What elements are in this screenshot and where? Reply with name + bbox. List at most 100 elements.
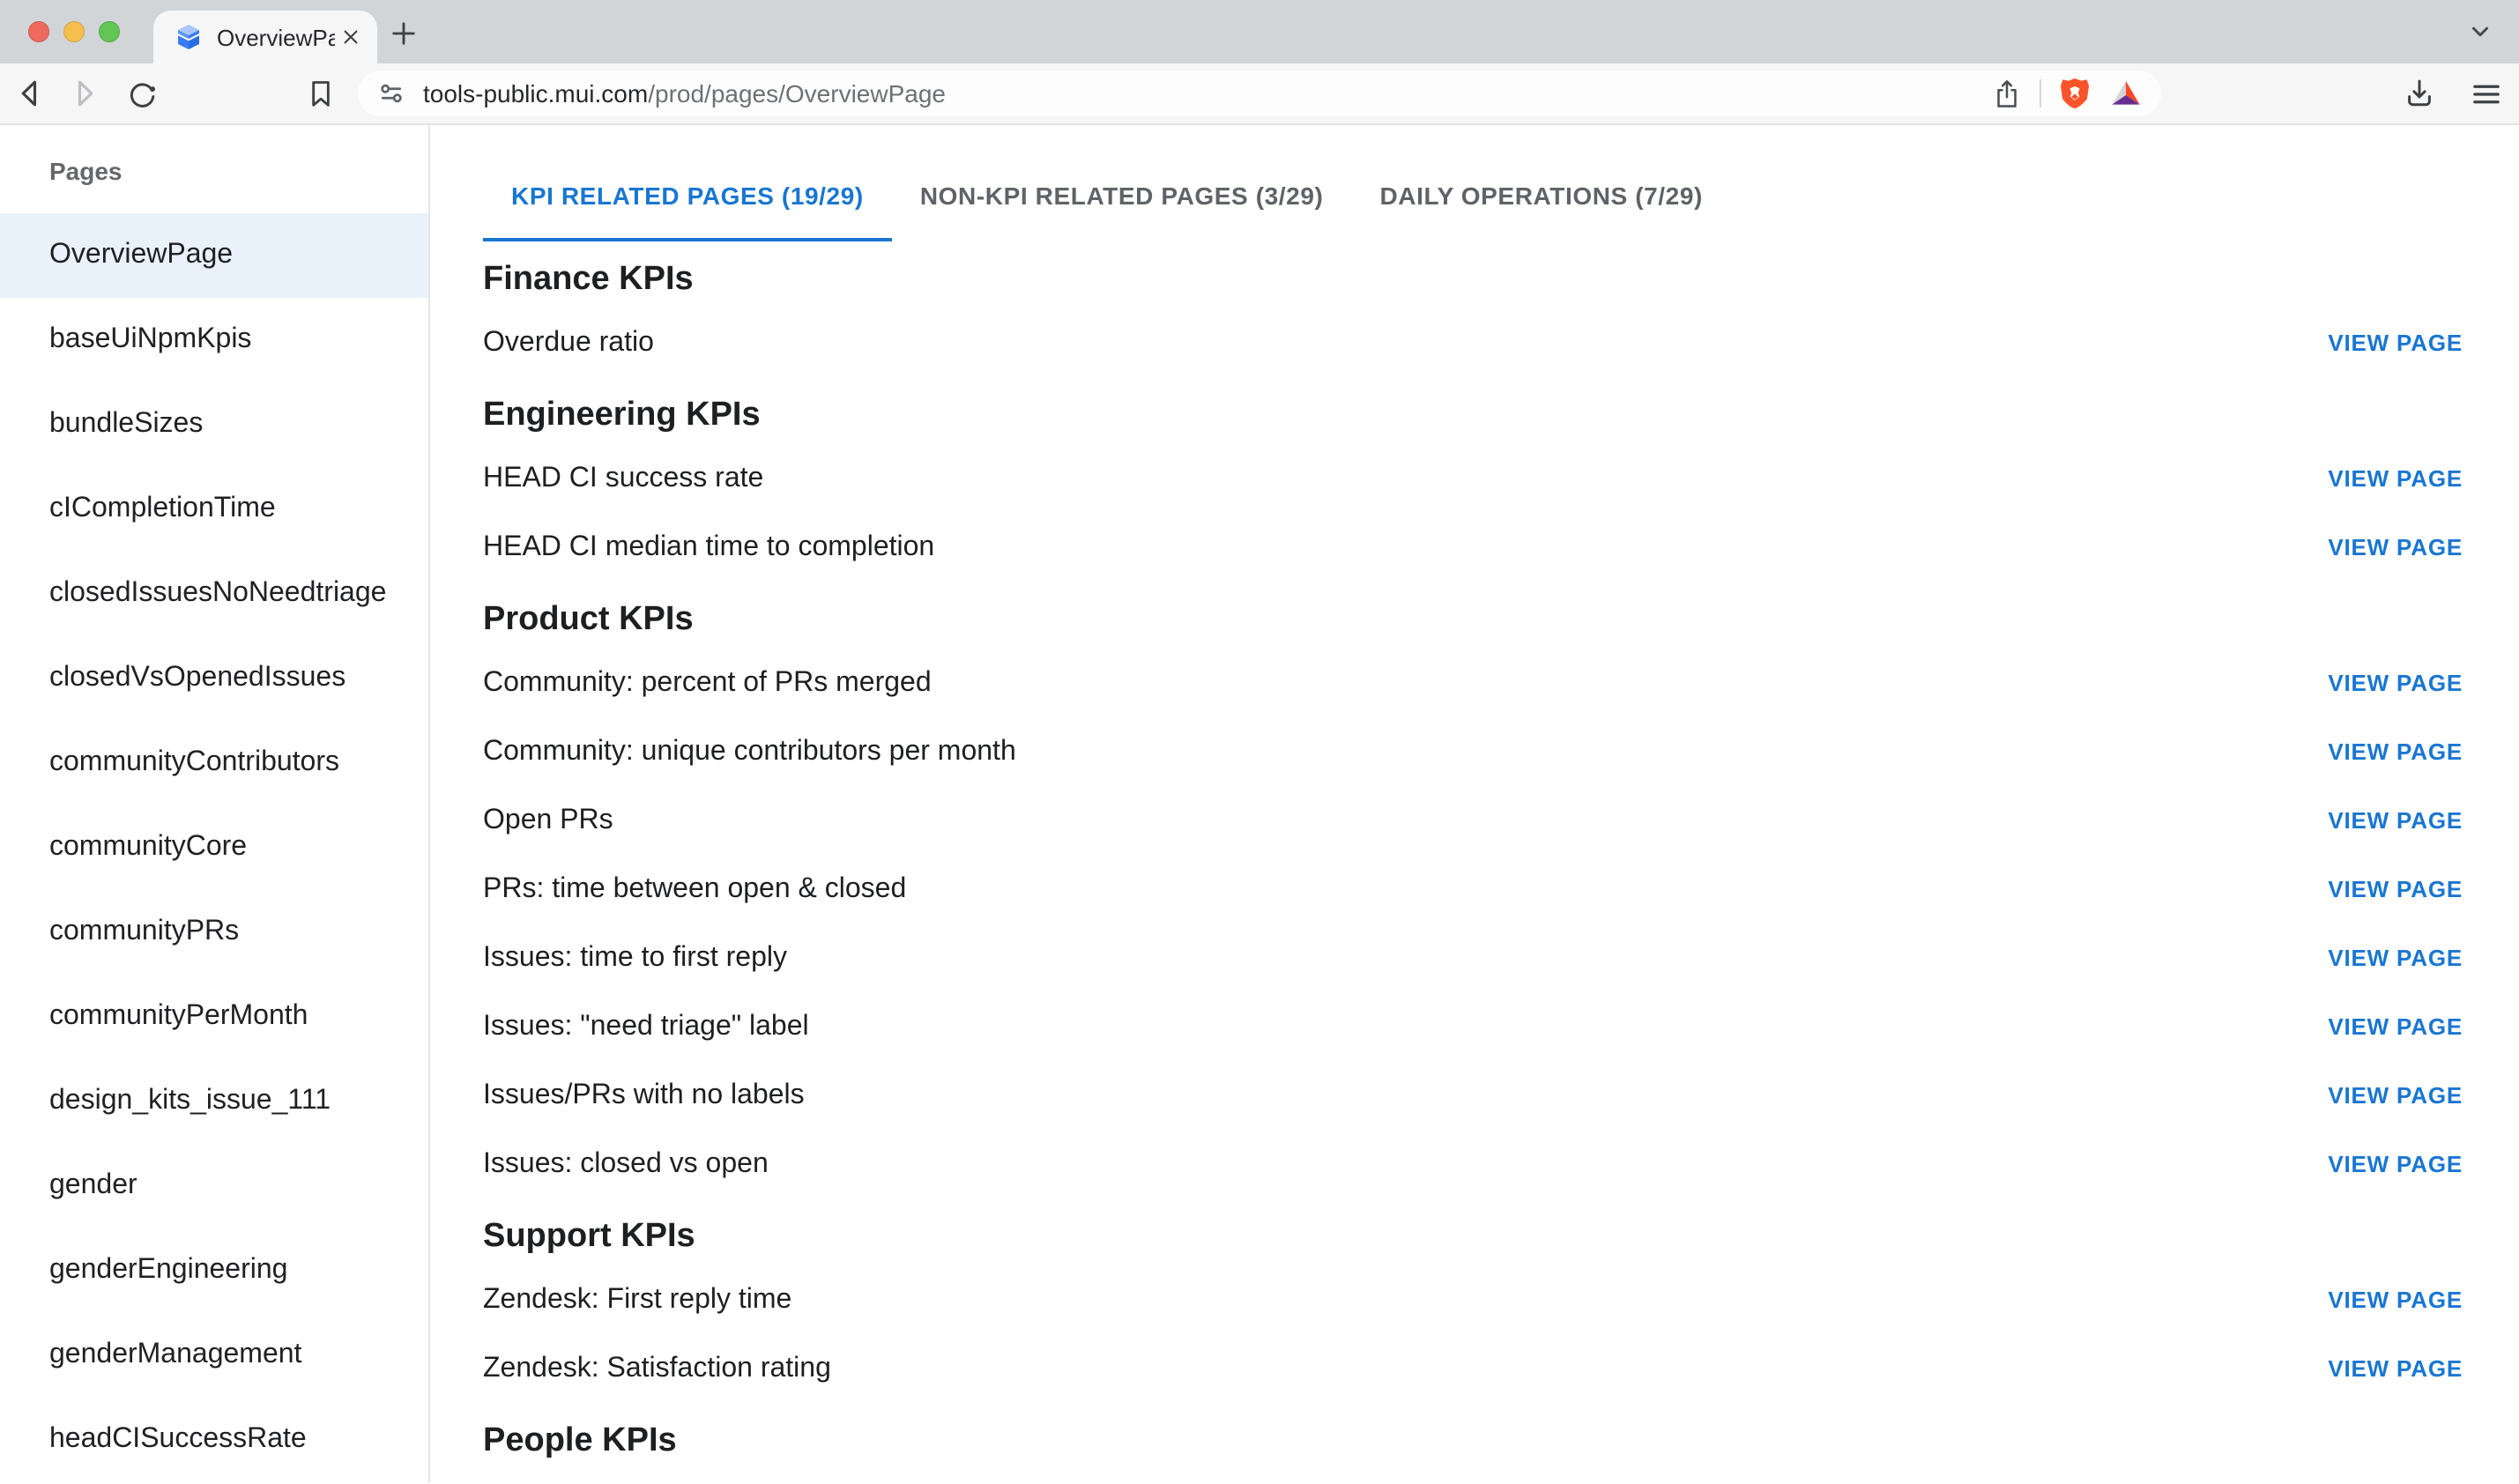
- kpi-row: Issues: "need triage" label VIEW PAGE: [483, 992, 2477, 1061]
- view-page-button[interactable]: VIEW PAGE: [2314, 1138, 2477, 1191]
- section-title: Product KPIs: [483, 596, 2477, 645]
- kpi-label: Issues: closed vs open: [483, 1148, 769, 1180]
- kpi-label: Issues: "need triage" label: [483, 1011, 809, 1043]
- section-title: People KPIs: [483, 1417, 2477, 1466]
- browser-tab[interactable]: OverviewPage: [153, 11, 377, 63]
- kpi-row: Open PRs VIEW PAGE: [483, 786, 2477, 855]
- page-body: Pages OverviewPagebaseUiNpmKpisbundleSiz…: [0, 125, 2519, 1482]
- kpi-row: Overdue ratio VIEW PAGE: [483, 308, 2477, 377]
- kpi-label: HEAD CI median time to completion: [483, 531, 934, 563]
- kpi-row: Issues: closed vs open VIEW PAGE: [483, 1130, 2477, 1198]
- kpi-row: Zendesk: Satisfaction rating VIEW PAGE: [483, 1334, 2477, 1403]
- view-page-button[interactable]: VIEW PAGE: [2314, 316, 2477, 369]
- kpi-sections: Finance KPIsOverdue ratioVIEW PAGEEngine…: [483, 256, 2477, 1466]
- kpi-section: Support KPIs Zendesk: First reply time VIE…: [483, 1213, 2477, 1403]
- sidebar-item-headCISuccessRate[interactable]: headCISuccessRate: [0, 1398, 428, 1482]
- view-page-button[interactable]: VIEW PAGE: [2314, 1342, 2477, 1395]
- kpi-label: Community: unique contributors per month: [483, 736, 1016, 768]
- section-title: Support KPIs: [483, 1213, 2477, 1262]
- tab-search-chevron-icon[interactable]: [2464, 16, 2496, 48]
- view-page-button[interactable]: VIEW PAGE: [2314, 452, 2477, 505]
- view-page-button[interactable]: VIEW PAGE: [2314, 1000, 2477, 1053]
- kpi-row: Issues/PRs with no labels VIEW PAGE: [483, 1061, 2477, 1130]
- sidebar-item-design_kits_issue_111[interactable]: design_kits_issue_111: [0, 1059, 428, 1144]
- kpi-row: PRs: time between open & closed VIEW PAGE: [483, 855, 2477, 924]
- close-window-button[interactable]: [28, 21, 49, 42]
- kpi-label: Zendesk: First reply time: [483, 1284, 791, 1316]
- brave-shield-icon[interactable]: [2057, 76, 2092, 111]
- kpi-label: Overdue ratio: [483, 327, 654, 359]
- sidebar-item-bundleSizes[interactable]: bundleSizes: [0, 382, 428, 467]
- kpi-label: Issues: time to first reply: [483, 942, 787, 974]
- view-page-button[interactable]: VIEW PAGE: [2314, 1069, 2477, 1122]
- tab-daily-operations-7-29-[interactable]: DAILY OPERATIONS (7/29): [1351, 150, 1731, 241]
- sidebar-item-OverviewPage[interactable]: OverviewPage: [0, 213, 428, 298]
- browser-window: OverviewPage: [0, 0, 2519, 1484]
- urlbar-actions: [1988, 76, 2144, 111]
- sidebar-item-closedVsOpenedIssues[interactable]: closedVsOpenedIssues: [0, 636, 428, 721]
- sidebar-page-list: OverviewPagebaseUiNpmKpisbundleSizescICo…: [0, 213, 428, 1482]
- downloads-icon[interactable]: [2397, 72, 2440, 115]
- reload-button[interactable]: [120, 72, 162, 115]
- kpi-row: Zendesk: First reply time VIEW PAGE: [483, 1265, 2477, 1334]
- kpi-row: Community: percent of PRs merged VIEW PAG…: [483, 649, 2477, 717]
- close-tab-icon[interactable]: [335, 21, 367, 53]
- back-button[interactable]: [9, 72, 51, 115]
- minimize-window-button[interactable]: [63, 21, 85, 42]
- brave-rewards-bat-icon[interactable]: [2108, 76, 2144, 111]
- kpi-label: Open PRs: [483, 805, 613, 836]
- urlbar-divider: [2040, 79, 2041, 108]
- menu-hamburger-icon[interactable]: [2464, 72, 2507, 115]
- kpi-label: Community: percent of PRs merged: [483, 667, 932, 699]
- url-path: /prod/pages/OverviewPage: [648, 79, 946, 108]
- bookmark-icon[interactable]: [300, 72, 342, 115]
- kpi-row: Issues: time to first reply VIEW PAGE: [483, 924, 2477, 992]
- browser-toolbar: tools-public.mui.com/prod/pages/Overview…: [0, 63, 2519, 125]
- sidebar-item-cICompletionTime[interactable]: cICompletionTime: [0, 467, 428, 552]
- kpi-row: HEAD CI median time to completion VIEW PA…: [483, 513, 2477, 582]
- sidebar-header: Pages: [0, 129, 428, 213]
- sidebar-item-communityCore[interactable]: communityCore: [0, 805, 428, 890]
- sidebar-item-communityPerMonth[interactable]: communityPerMonth: [0, 975, 428, 1059]
- view-page-button[interactable]: VIEW PAGE: [2314, 725, 2477, 778]
- tab-kpi-related-pages-19-29-[interactable]: KPI RELATED PAGES (19/29): [483, 150, 892, 241]
- toolpad-favicon-icon: [175, 23, 203, 51]
- zoom-window-button[interactable]: [99, 21, 120, 42]
- main-content: KPI RELATED PAGES (19/29)NON-KPI RELATED…: [430, 125, 2519, 1482]
- view-page-button[interactable]: VIEW PAGE: [2314, 931, 2477, 984]
- tab-non-kpi-related-pages-3-29-[interactable]: NON-KPI RELATED PAGES (3/29): [892, 150, 1352, 241]
- view-page-button[interactable]: VIEW PAGE: [2314, 863, 2477, 916]
- kpi-label: Issues/PRs with no labels: [483, 1080, 805, 1111]
- category-tabs: KPI RELATED PAGES (19/29)NON-KPI RELATED…: [483, 150, 2477, 241]
- kpi-section: People KPIs: [483, 1417, 2477, 1466]
- site-settings-tune-icon[interactable]: [375, 78, 407, 109]
- new-tab-button[interactable]: [386, 16, 420, 49]
- section-title: Finance KPIs: [483, 256, 2477, 305]
- view-page-button[interactable]: VIEW PAGE: [2314, 794, 2477, 847]
- view-page-button[interactable]: VIEW PAGE: [2314, 1273, 2477, 1326]
- address-bar[interactable]: tools-public.mui.com/prod/pages/Overview…: [358, 70, 2161, 116]
- kpi-row: HEAD CI success rate VIEW PAGE: [483, 444, 2477, 513]
- kpi-label: PRs: time between open & closed: [483, 873, 906, 905]
- sidebar-item-communityContributors[interactable]: communityContributors: [0, 721, 428, 805]
- sidebar-item-baseUiNpmKpis[interactable]: baseUiNpmKpis: [0, 298, 428, 382]
- pages-sidebar: Pages OverviewPagebaseUiNpmKpisbundleSiz…: [0, 125, 430, 1482]
- sidebar-item-gender[interactable]: gender: [0, 1144, 428, 1228]
- share-icon[interactable]: [1988, 76, 2024, 111]
- kpi-label: Zendesk: Satisfaction rating: [483, 1353, 831, 1384]
- kpi-section: Engineering KPIs HEAD CI success rate VIEW…: [483, 391, 2477, 582]
- section-title: Engineering KPIs: [483, 391, 2477, 441]
- view-page-button[interactable]: VIEW PAGE: [2314, 657, 2477, 709]
- sidebar-item-genderManagement[interactable]: genderManagement: [0, 1313, 428, 1398]
- kpi-row: Community: unique contributors per month…: [483, 717, 2477, 786]
- kpi-label: HEAD CI success rate: [483, 463, 763, 494]
- view-page-button[interactable]: VIEW PAGE: [2314, 521, 2477, 574]
- forward-button[interactable]: [63, 72, 106, 115]
- url-text: tools-public.mui.com/prod/pages/Overview…: [423, 79, 946, 108]
- window-controls: [28, 21, 120, 42]
- sidebar-item-genderEngineering[interactable]: genderEngineering: [0, 1228, 428, 1313]
- sidebar-item-communityPRs[interactable]: communityPRs: [0, 890, 428, 975]
- sidebar-item-closedIssuesNoNeedtriage[interactable]: closedIssuesNoNeedtriage: [0, 552, 428, 636]
- kpi-section: Finance KPIs Overdue ratio VIEW PAGE: [483, 256, 2477, 377]
- tab-title: OverviewPage: [217, 24, 335, 50]
